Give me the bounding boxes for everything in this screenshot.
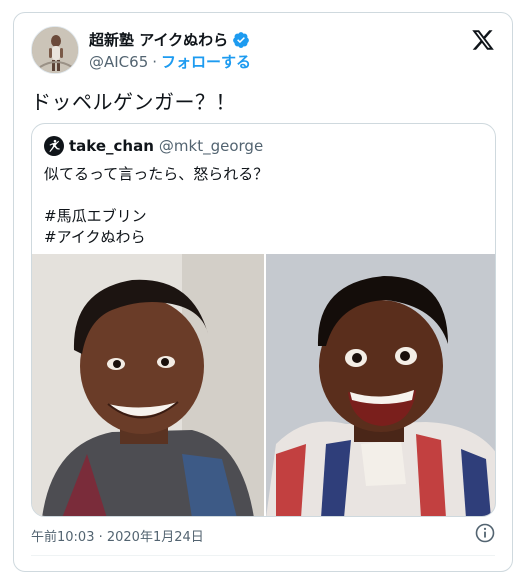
tweet-header: 超新塾 アイクぬわら @AIC65 · フォローする bbox=[31, 26, 495, 74]
tweet-timestamp[interactable]: 午前10:03 · 2020年1月24日 bbox=[31, 526, 204, 545]
photo-person-left[interactable] bbox=[32, 254, 264, 516]
author-name-row: 超新塾 アイクぬわら bbox=[89, 29, 250, 50]
person-portrait-icon bbox=[265, 254, 495, 516]
quoted-author-handle[interactable]: @mkt_george bbox=[159, 137, 263, 155]
author-handle-row: @AIC65 · フォローする bbox=[89, 51, 251, 72]
handle-separator: · bbox=[152, 52, 158, 71]
jumpman-logo-icon bbox=[49, 139, 60, 152]
quoted-tweet-header: take_chan @mkt_george bbox=[44, 136, 263, 156]
quoted-author-avatar[interactable] bbox=[44, 136, 64, 156]
quoted-text-line: 似てるって言ったら、怒られる？ bbox=[44, 165, 269, 183]
quoted-text-line-blank bbox=[44, 185, 268, 206]
follow-button[interactable]: フォローする bbox=[161, 51, 251, 72]
quoted-author-name[interactable]: take_chan bbox=[69, 137, 154, 155]
tweet-text: ドッペルゲンガー？！ bbox=[31, 90, 236, 114]
x-logo-icon[interactable] bbox=[471, 28, 495, 52]
verified-badge-icon bbox=[232, 31, 250, 49]
hashtag-link[interactable]: #馬瓜エブリン bbox=[44, 206, 268, 227]
footer-divider bbox=[31, 555, 495, 556]
author-handle[interactable]: @AIC65 bbox=[89, 53, 148, 71]
hashtag-link[interactable]: #アイクぬわら bbox=[44, 227, 268, 248]
author-display-name[interactable]: 超新塾 アイクぬわら bbox=[89, 29, 228, 50]
person-portrait-icon bbox=[32, 254, 264, 516]
photo-person-right[interactable] bbox=[265, 254, 495, 516]
tweet-card: 超新塾 アイクぬわら @AIC65 · フォローする ドッペルゲンガー？！ ta… bbox=[13, 12, 513, 572]
quoted-tweet-text: 似てるって言ったら、怒られる？ #馬瓜エブリン #アイクぬわら bbox=[44, 164, 268, 248]
quoted-tweet[interactable]: take_chan @mkt_george 似てるって言ったら、怒られる？ #馬… bbox=[31, 123, 496, 517]
quoted-media-grid bbox=[32, 254, 495, 516]
info-icon[interactable] bbox=[475, 523, 495, 543]
avatar-figure-icon bbox=[32, 27, 78, 73]
author-avatar[interactable] bbox=[31, 26, 79, 74]
